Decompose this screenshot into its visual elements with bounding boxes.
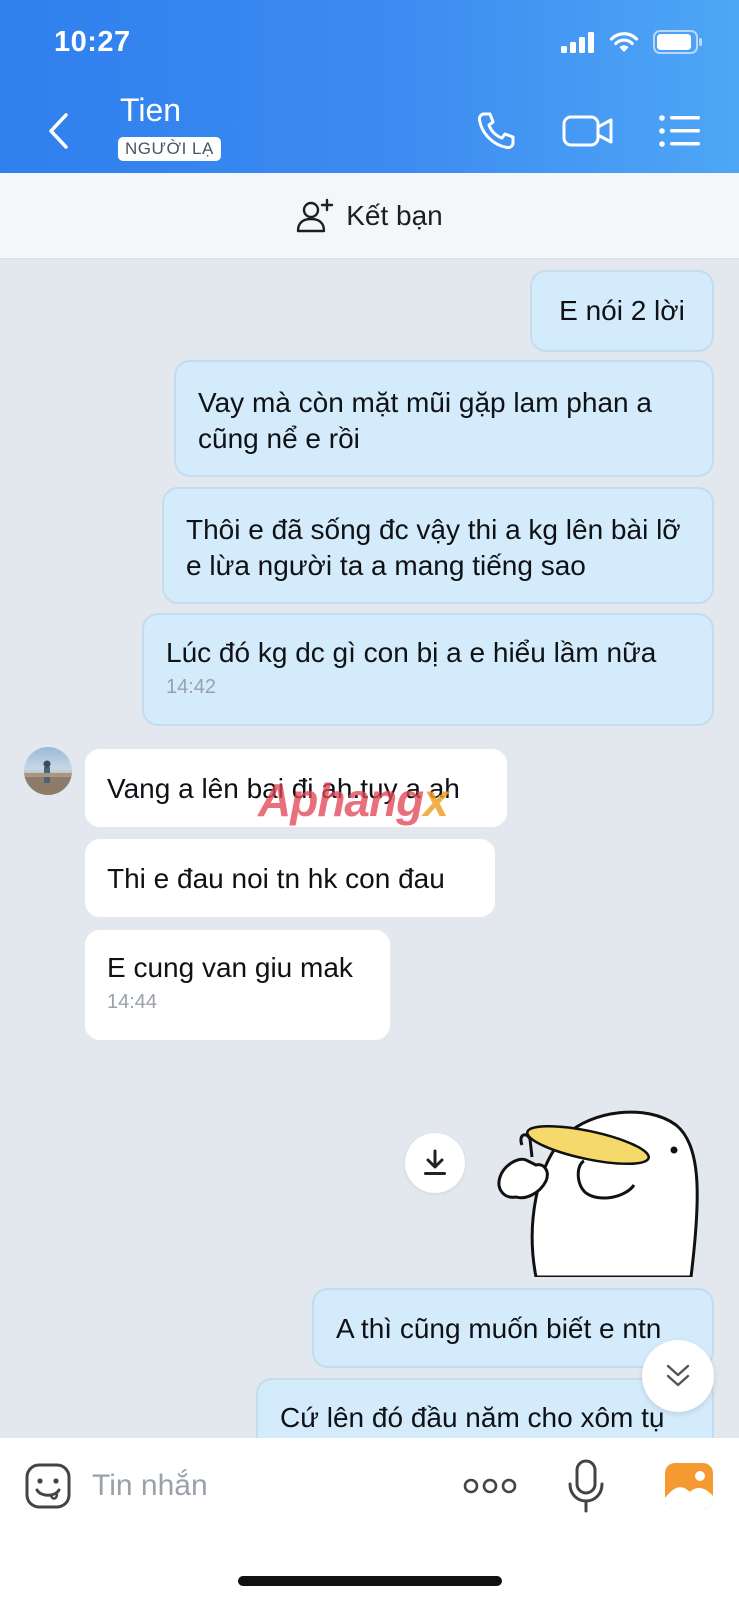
battery-icon — [653, 30, 702, 54]
watermark-suffix: x — [423, 774, 449, 826]
back-button[interactable] — [38, 106, 78, 156]
status-time: 10:27 — [54, 26, 131, 58]
scroll-to-bottom-button[interactable] — [642, 1340, 714, 1412]
add-friend-icon — [297, 198, 334, 232]
message-time: 14:42 — [166, 676, 217, 698]
more-dots-icon — [463, 1478, 517, 1494]
message-text: E cung van giu mak — [107, 952, 353, 983]
message-bubble[interactable]: Lúc đó kg dc gì con bị a e hiểu lầm nữa … — [142, 613, 714, 726]
message-composer — [0, 1438, 739, 1600]
add-friend-label: Kết bạn — [346, 199, 443, 231]
message-input[interactable] — [92, 1462, 432, 1510]
phone-icon — [477, 112, 515, 150]
double-chevron-down-icon — [666, 1364, 690, 1387]
message-text: E nói 2 lời — [559, 295, 685, 326]
watermark-text: Aphang — [258, 774, 424, 826]
video-camera-icon — [562, 115, 613, 147]
message-text: Cứ lên đó đầu năm cho xôm tụ — [280, 1402, 665, 1433]
image-gallery-icon — [665, 1463, 713, 1509]
message-text: Thôi e đã sống đc vậy thi a kg lên bài l… — [186, 514, 681, 581]
more-options-button[interactable] — [462, 1468, 518, 1504]
home-indicator — [238, 1576, 502, 1586]
message-text: Vay mà còn mặt mũi gặp lam phan a cũng n… — [198, 387, 652, 454]
message-bubble[interactable]: Thôi e đã sống đc vậy thi a kg lên bài l… — [162, 487, 714, 604]
contact-name[interactable]: Tien — [120, 92, 181, 129]
sticker-image[interactable] — [496, 1105, 716, 1279]
microphone-icon — [568, 1459, 604, 1513]
wifi-icon — [609, 32, 639, 52]
chat-menu-button[interactable] — [652, 106, 708, 156]
message-bubble[interactable]: Thi e đau noi tn hk con đau — [84, 838, 496, 918]
message-time: 14:44 — [107, 991, 158, 1013]
status-icons — [561, 30, 703, 54]
list-menu-icon — [659, 115, 700, 147]
chevron-left-icon — [49, 113, 68, 149]
avatar-photo — [24, 760, 72, 795]
emoji-button[interactable] — [24, 1462, 72, 1510]
download-sticker-button[interactable] — [405, 1133, 465, 1193]
chat-header: 10:27 Tien NGƯỜI LẠ — [0, 0, 739, 173]
message-text: A thì cũng muốn biết e ntn — [336, 1313, 662, 1344]
message-bubble[interactable]: Vay mà còn mặt mũi gặp lam phan a cũng n… — [174, 360, 714, 477]
message-bubble[interactable]: E cung van giu mak 14:44 — [84, 929, 391, 1041]
message-text: Thi e đau noi tn hk con đau — [107, 863, 445, 894]
message-text: Lúc đó kg dc gì con bị a e hiểu lầm nữa — [166, 637, 657, 668]
download-icon — [424, 1149, 446, 1175]
message-bubble[interactable]: E nói 2 lời — [530, 270, 714, 352]
signal-icon — [561, 32, 594, 53]
watermark-logo: Aphangx — [258, 773, 449, 827]
voice-call-button[interactable] — [468, 106, 524, 156]
voice-message-button[interactable] — [566, 1458, 606, 1514]
add-friend-button[interactable]: Kết bạn — [0, 173, 739, 259]
send-image-button[interactable] — [664, 1462, 714, 1510]
emoji-icon — [25, 1463, 71, 1509]
video-call-button[interactable] — [560, 106, 616, 156]
sticker-character-icon — [497, 1110, 699, 1279]
contact-avatar[interactable] — [24, 747, 72, 795]
stranger-badge: NGƯỜI LẠ — [118, 137, 221, 161]
